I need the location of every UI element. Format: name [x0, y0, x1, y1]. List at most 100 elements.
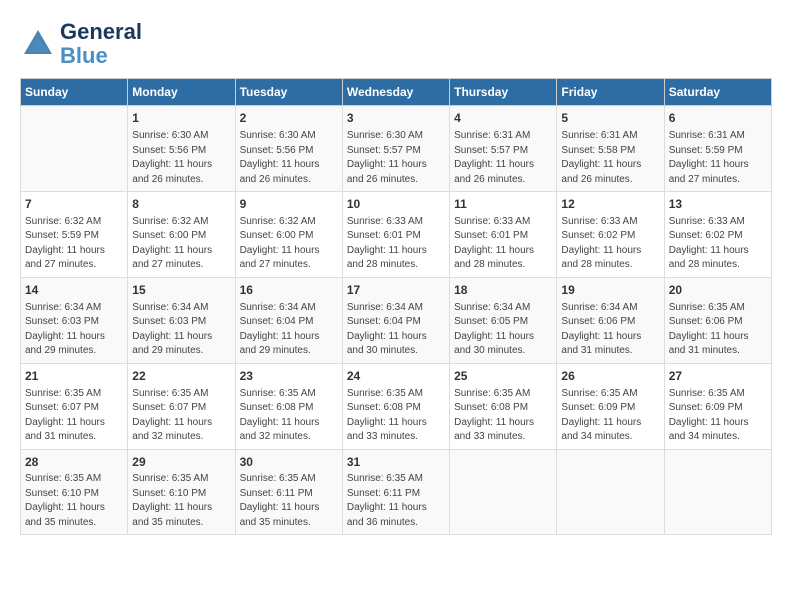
- weekday-header: Tuesday: [235, 79, 342, 106]
- day-info: Sunrise: 6:35 AMSunset: 6:09 PMDaylight:…: [669, 387, 767, 445]
- day-info: Sunrise: 6:34 AMSunset: 6:05 PMDaylight:…: [454, 301, 552, 359]
- day-number: 17: [347, 282, 445, 299]
- weekday-header: Monday: [128, 79, 235, 106]
- calendar-cell: [21, 106, 128, 192]
- calendar-week-row: 28Sunrise: 6:35 AMSunset: 6:10 PMDayligh…: [21, 449, 772, 535]
- day-info: Sunrise: 6:30 AMSunset: 5:56 PMDaylight:…: [132, 129, 230, 187]
- day-info: Sunrise: 6:33 AMSunset: 6:01 PMDaylight:…: [347, 215, 445, 273]
- calendar-cell: 30Sunrise: 6:35 AMSunset: 6:11 PMDayligh…: [235, 449, 342, 535]
- calendar-cell: 28Sunrise: 6:35 AMSunset: 6:10 PMDayligh…: [21, 449, 128, 535]
- calendar-cell: 20Sunrise: 6:35 AMSunset: 6:06 PMDayligh…: [664, 277, 771, 363]
- calendar-cell: 19 Sunrise: 6:34 AMSunset: 6:06 PMDayligh…: [557, 277, 664, 363]
- day-info: Sunrise: 6:35 AMSunset: 6:07 PMDaylight:…: [132, 387, 230, 445]
- day-info: Sunrise: 6:30 AMSunset: 5:57 PMDaylight:…: [347, 129, 445, 187]
- day-info: Sunrise: 6:32 AMSunset: 6:00 PMDaylight:…: [132, 215, 230, 273]
- calendar-cell: 15Sunrise: 6:34 AMSunset: 6:03 PMDayligh…: [128, 277, 235, 363]
- calendar-cell: 6 Sunrise: 6:31 AMSunset: 5:59 PMDaylight…: [664, 106, 771, 192]
- calendar-cell: [557, 449, 664, 535]
- day-number: 16: [240, 282, 338, 299]
- day-number: 5: [561, 110, 659, 127]
- day-info: Sunrise: 6:33 AMSunset: 6:01 PMDaylight:…: [454, 215, 552, 273]
- day-info: Sunrise: 6:34 AMSunset: 6:06 PMDaylight:…: [561, 301, 659, 359]
- day-number: 1: [132, 110, 230, 127]
- day-info: Sunrise: 6:32 AMSunset: 6:00 PMDaylight:…: [240, 215, 338, 273]
- day-number: 29: [132, 454, 230, 471]
- calendar-cell: 13 Sunrise: 6:33 AMSunset: 6:02 PMDayligh…: [664, 192, 771, 278]
- day-number: 13: [669, 196, 767, 213]
- calendar-cell: 24Sunrise: 6:35 AMSunset: 6:08 PMDayligh…: [342, 363, 449, 449]
- calendar-cell: 10 Sunrise: 6:33 AMSunset: 6:01 PMDayligh…: [342, 192, 449, 278]
- day-number: 10: [347, 196, 445, 213]
- calendar-cell: 31Sunrise: 6:35 AMSunset: 6:11 PMDayligh…: [342, 449, 449, 535]
- calendar-cell: 12 Sunrise: 6:33 AMSunset: 6:02 PMDayligh…: [557, 192, 664, 278]
- calendar-cell: 8 Sunrise: 6:32 AMSunset: 6:00 PMDaylight…: [128, 192, 235, 278]
- day-info: Sunrise: 6:35 AMSunset: 6:11 PMDaylight:…: [240, 472, 338, 530]
- calendar-cell: 21 Sunrise: 6:35 AMSunset: 6:07 PMDayligh…: [21, 363, 128, 449]
- day-number: 6: [669, 110, 767, 127]
- day-info: Sunrise: 6:35 AMSunset: 6:10 PMDaylight:…: [25, 472, 123, 530]
- day-info: Sunrise: 6:35 AMSunset: 6:07 PMDaylight:…: [25, 387, 123, 445]
- day-number: 4: [454, 110, 552, 127]
- day-number: 28: [25, 454, 123, 471]
- calendar-cell: 9 Sunrise: 6:32 AMSunset: 6:00 PMDaylight…: [235, 192, 342, 278]
- day-info: Sunrise: 6:34 AMSunset: 6:04 PMDaylight:…: [347, 301, 445, 359]
- calendar-cell: 11 Sunrise: 6:33 AMSunset: 6:01 PMDayligh…: [450, 192, 557, 278]
- day-number: 2: [240, 110, 338, 127]
- weekday-header: Friday: [557, 79, 664, 106]
- day-number: 26: [561, 368, 659, 385]
- day-info: Sunrise: 6:35 AMSunset: 6:08 PMDaylight:…: [240, 387, 338, 445]
- day-number: 25: [454, 368, 552, 385]
- day-info: Sunrise: 6:35 AMSunset: 6:08 PMDaylight:…: [347, 387, 445, 445]
- day-number: 12: [561, 196, 659, 213]
- calendar-cell: 1 Sunrise: 6:30 AMSunset: 5:56 PMDaylight…: [128, 106, 235, 192]
- day-number: 18: [454, 282, 552, 299]
- day-info: Sunrise: 6:31 AMSunset: 5:57 PMDaylight:…: [454, 129, 552, 187]
- day-info: Sunrise: 6:35 AMSunset: 6:11 PMDaylight:…: [347, 472, 445, 530]
- day-info: Sunrise: 6:35 AMSunset: 6:08 PMDaylight:…: [454, 387, 552, 445]
- day-number: 21: [25, 368, 123, 385]
- calendar-week-row: 21 Sunrise: 6:35 AMSunset: 6:07 PMDayligh…: [21, 363, 772, 449]
- day-info: Sunrise: 6:35 AMSunset: 6:09 PMDaylight:…: [561, 387, 659, 445]
- day-info: Sunrise: 6:35 AMSunset: 6:10 PMDaylight:…: [132, 472, 230, 530]
- day-number: 9: [240, 196, 338, 213]
- calendar-cell: 14Sunrise: 6:34 AMSunset: 6:03 PMDayligh…: [21, 277, 128, 363]
- calendar-week-row: 14Sunrise: 6:34 AMSunset: 6:03 PMDayligh…: [21, 277, 772, 363]
- calendar-cell: 7 Sunrise: 6:32 AMSunset: 5:59 PMDaylight…: [21, 192, 128, 278]
- logo-text: General Blue: [60, 20, 142, 68]
- day-info: Sunrise: 6:32 AMSunset: 5:59 PMDaylight:…: [25, 215, 123, 273]
- day-number: 11: [454, 196, 552, 213]
- day-number: 20: [669, 282, 767, 299]
- day-number: 7: [25, 196, 123, 213]
- calendar-cell: 3 Sunrise: 6:30 AMSunset: 5:57 PMDaylight…: [342, 106, 449, 192]
- day-number: 19: [561, 282, 659, 299]
- weekday-header: Thursday: [450, 79, 557, 106]
- calendar-cell: 18 Sunrise: 6:34 AMSunset: 6:05 PMDayligh…: [450, 277, 557, 363]
- weekday-header: Saturday: [664, 79, 771, 106]
- weekday-header: Sunday: [21, 79, 128, 106]
- calendar-cell: 25 Sunrise: 6:35 AMSunset: 6:08 PMDayligh…: [450, 363, 557, 449]
- day-number: 8: [132, 196, 230, 213]
- calendar-cell: 4 Sunrise: 6:31 AMSunset: 5:57 PMDaylight…: [450, 106, 557, 192]
- calendar-week-row: 1 Sunrise: 6:30 AMSunset: 5:56 PMDaylight…: [21, 106, 772, 192]
- calendar-cell: 5Sunrise: 6:31 AMSunset: 5:58 PMDaylight…: [557, 106, 664, 192]
- day-info: Sunrise: 6:30 AMSunset: 5:56 PMDaylight:…: [240, 129, 338, 187]
- day-info: Sunrise: 6:34 AMSunset: 6:03 PMDaylight:…: [132, 301, 230, 359]
- page-header: General Blue: [20, 20, 772, 68]
- weekday-header: Wednesday: [342, 79, 449, 106]
- day-number: 23: [240, 368, 338, 385]
- calendar-cell: 16 Sunrise: 6:34 AMSunset: 6:04 PMDayligh…: [235, 277, 342, 363]
- day-info: Sunrise: 6:33 AMSunset: 6:02 PMDaylight:…: [561, 215, 659, 273]
- calendar-cell: 26 Sunrise: 6:35 AMSunset: 6:09 PMDayligh…: [557, 363, 664, 449]
- day-info: Sunrise: 6:33 AMSunset: 6:02 PMDaylight:…: [669, 215, 767, 273]
- logo-icon: [20, 26, 56, 62]
- day-number: 30: [240, 454, 338, 471]
- day-info: Sunrise: 6:34 AMSunset: 6:04 PMDaylight:…: [240, 301, 338, 359]
- day-number: 3: [347, 110, 445, 127]
- calendar-cell: [450, 449, 557, 535]
- calendar-cell: 23 Sunrise: 6:35 AMSunset: 6:08 PMDayligh…: [235, 363, 342, 449]
- calendar-cell: 27Sunrise: 6:35 AMSunset: 6:09 PMDayligh…: [664, 363, 771, 449]
- day-info: Sunrise: 6:31 AMSunset: 5:59 PMDaylight:…: [669, 129, 767, 187]
- calendar-cell: 29Sunrise: 6:35 AMSunset: 6:10 PMDayligh…: [128, 449, 235, 535]
- calendar-cell: [664, 449, 771, 535]
- logo: General Blue: [20, 20, 142, 68]
